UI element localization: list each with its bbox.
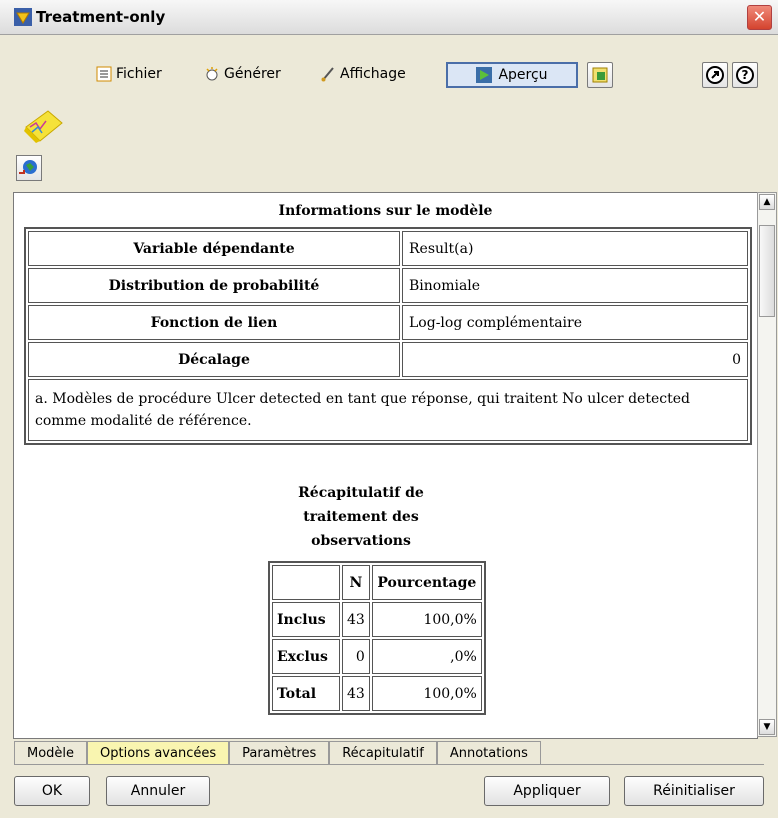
add-to-stream-button[interactable] [587,62,613,88]
cancel-button[interactable]: Annuler [106,776,210,806]
scroll-down-arrow[interactable]: ▼ [759,719,775,735]
row-n: 43 [342,676,370,711]
row-value: Binomiale [402,268,748,303]
output-viewer: Informations sur le modèle Variable dépe… [13,192,758,739]
model-nugget-icon [14,8,32,26]
preview-button[interactable]: Aperçu [446,62,578,88]
row-label: Exclus [272,639,340,674]
table-row: Inclus 43 100,0% [272,602,482,637]
vertical-scrollbar[interactable]: ▲ ▼ [757,192,777,737]
reset-button[interactable]: Réinitialiser [624,776,764,806]
view-brush-icon [321,67,334,82]
row-label: Inclus [272,602,340,637]
scroll-up-arrow[interactable]: ▲ [759,194,775,210]
help-button[interactable]: ? [732,62,758,88]
dialog-window: Treatment-only ✕ Fichier Générer Afficha… [0,0,778,818]
model-info-table: Variable dépendante Result(a) Distributi… [24,227,752,445]
row-value: Result(a) [402,231,748,266]
table-row: Exclus 0 ,0% [272,639,482,674]
model-info-title: Informations sur le modèle [278,203,493,219]
help-question-icon: ? [736,66,754,84]
scroll-thumb[interactable] [759,225,775,317]
apply-button[interactable]: Appliquer [484,776,610,806]
header-cell [272,565,340,600]
svg-text:?: ? [742,68,749,82]
table-row: Décalage 0 [28,342,748,377]
ok-button[interactable]: OK [14,776,90,806]
title-line: Récapitulatif de [298,485,424,501]
row-label: Distribution de probabilité [28,268,400,303]
tab-parametres[interactable]: Paramètres [229,741,330,765]
row-n: 43 [342,602,370,637]
row-n: 0 [342,639,370,674]
table-footnote: a. Modèles de procédure Ulcer detected e… [28,379,748,441]
row-pct: 100,0% [371,602,482,637]
node-update-button[interactable] [16,155,42,181]
table-row: Fonction de lien Log-log complémentaire [28,305,748,340]
title-line: traitement des [303,509,419,525]
row-label: Fonction de lien [28,305,400,340]
row-pct: ,0% [371,639,482,674]
tab-recapitulatif[interactable]: Récapitulatif [329,741,437,765]
row-label: Décalage [28,342,400,377]
menu-affichage-label: Affichage [340,66,406,82]
row-label: Variable dépendante [28,231,400,266]
case-processing-table: N Pourcentage Inclus 43 100,0% Exclus 0 … [268,561,486,715]
table-row: Variable dépendante Result(a) [28,231,748,266]
menu-fichier-label: Fichier [116,66,162,82]
tab-options-avancees[interactable]: Options avancées [87,741,230,765]
title-bar: Treatment-only ✕ [0,0,778,35]
globe-arrow-icon [19,160,37,174]
header-cell: N [342,565,370,600]
table-row: Total 43 100,0% [272,676,482,711]
row-value: Log-log complémentaire [402,305,748,340]
file-menu-icon [96,66,112,82]
table-row: a. Modèles de procédure Ulcer detected e… [28,379,748,441]
title-line: observations [311,533,411,549]
menu-fichier[interactable]: Fichier [96,63,162,85]
menu-generer-label: Générer [224,66,281,82]
preview-icon [476,67,493,83]
help-navigate-button[interactable] [702,62,728,88]
model-node-icon [24,110,63,143]
add-nugget-icon [592,67,608,83]
row-pct: 100,0% [371,676,482,711]
row-label: Total [272,676,340,711]
tab-modele[interactable]: Modèle [14,741,88,765]
menu-generer[interactable]: Générer [204,63,281,85]
preview-label: Aperçu [498,67,548,83]
menu-affichage[interactable]: Affichage [320,63,406,85]
tab-divider [14,764,764,765]
row-value: 0 [402,342,748,377]
close-button[interactable]: ✕ [747,5,772,30]
window-title: Treatment-only [36,8,166,26]
table-row: Distribution de probabilité Binomiale [28,268,748,303]
header-cell: Pourcentage [371,565,482,600]
table-header-row: N Pourcentage [272,565,482,600]
case-processing-title: Récapitulatif de traitement des observat… [256,481,466,553]
arrow-circle-icon [706,66,724,84]
generate-icon [206,67,218,81]
tab-bar: Modèle Options avancées Paramètres Récap… [14,741,541,765]
tab-annotations[interactable]: Annotations [436,741,541,765]
toolbar-area: Fichier Générer Affichage Aperçu ? [0,35,778,185]
